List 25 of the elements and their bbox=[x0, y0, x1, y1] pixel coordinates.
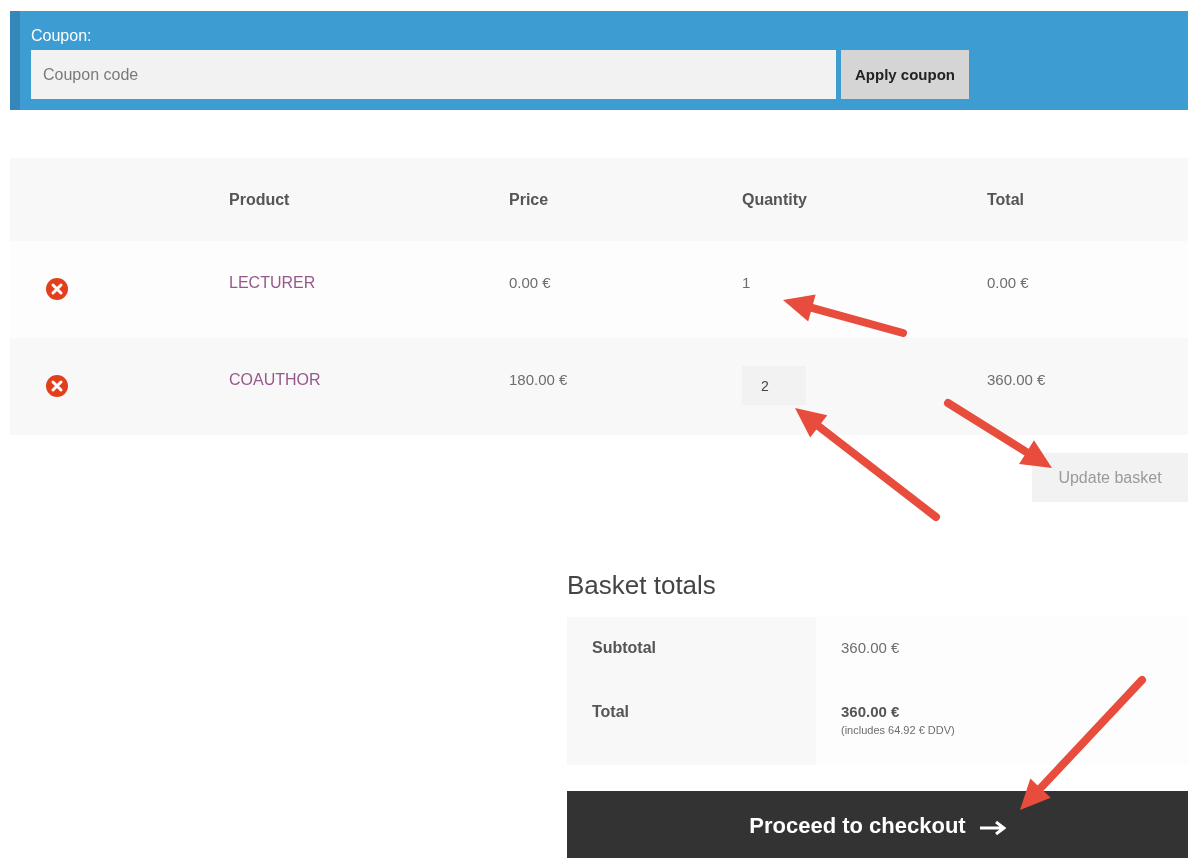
totals-label: Total bbox=[592, 703, 630, 720]
coupon-field[interactable]: Coupon code bbox=[31, 50, 836, 99]
product-link[interactable]: COAUTHOR bbox=[229, 371, 321, 389]
totals-value: 360.00 € bbox=[841, 639, 900, 656]
totals-label: Subtotal bbox=[592, 639, 656, 656]
total-text: 360.00 € bbox=[987, 371, 1046, 388]
arrow-right-icon bbox=[979, 821, 1006, 835]
remove-icon[interactable] bbox=[46, 375, 68, 397]
column-header: Total bbox=[987, 190, 1025, 209]
quantity-field[interactable]: 2 bbox=[742, 366, 806, 405]
price-text: 180.00 € bbox=[509, 371, 568, 388]
price-text: 0.00 € bbox=[509, 274, 551, 291]
product-link[interactable]: LECTURER bbox=[229, 274, 316, 292]
column-header: Quantity bbox=[742, 190, 807, 209]
quantity-text: 1 bbox=[742, 274, 751, 291]
section-title: Basket totals bbox=[567, 570, 716, 601]
total-text: 0.00 € bbox=[987, 274, 1029, 291]
column-header: Price bbox=[509, 190, 549, 209]
tax-note: (includes 64.92 € DDV) bbox=[841, 724, 955, 736]
column-header: Product bbox=[229, 190, 290, 209]
totals-value: 360.00 € bbox=[841, 703, 900, 720]
apply-coupon-button[interactable]: Apply coupon bbox=[841, 50, 969, 99]
coupon-label: Coupon: bbox=[31, 27, 92, 45]
remove-icon[interactable] bbox=[46, 278, 68, 300]
checkout-button[interactable]: Proceed to checkout bbox=[567, 791, 1188, 858]
